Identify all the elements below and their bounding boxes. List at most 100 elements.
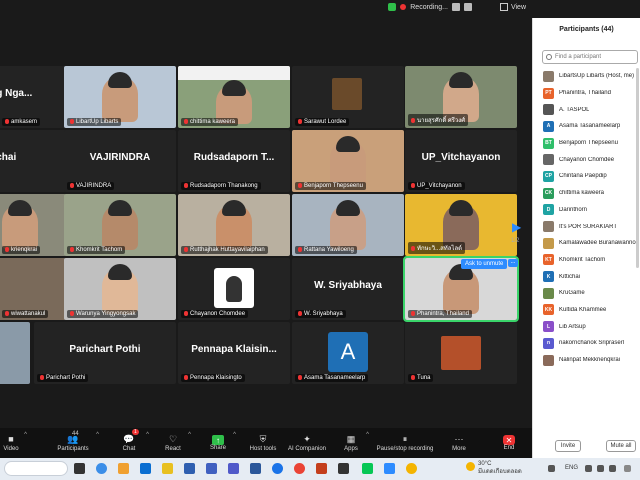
chrome-icon[interactable]: [294, 463, 305, 474]
video-tile[interactable]: นายสุรศักดิ์ ศรีวงศ์: [405, 66, 517, 128]
task-view-icon[interactable]: [74, 463, 85, 474]
video-tile[interactable]: UP_Vitchayanon UP_Vitchayanon: [405, 130, 517, 192]
pause-recording-icon[interactable]: [452, 3, 460, 11]
participant-row[interactable]: Kamalawadee Buranawanno: [543, 235, 639, 252]
app-icon[interactable]: [162, 463, 173, 474]
apps-button[interactable]: ▦ Apps ^: [338, 428, 369, 458]
participant-row[interactable]: KT Khomkrit Tachom: [543, 252, 639, 269]
video-tile[interactable]: Chayanon Chomdee: [178, 258, 290, 320]
powerpoint-icon[interactable]: [316, 463, 327, 474]
video-tile[interactable]: ittichai: [0, 130, 66, 192]
stop-recording-icon[interactable]: [464, 3, 472, 11]
participant-row[interactable]: It's POR SURAKIART: [543, 218, 639, 235]
teams-icon[interactable]: [228, 463, 239, 474]
video-tile[interactable]: Khomkrit Tachom: [64, 194, 176, 256]
system-tray-chevron-icon[interactable]: [548, 465, 555, 472]
participant-row[interactable]: Nalinpat Mekkrienqkrai: [543, 352, 639, 369]
speaker-icon[interactable]: [597, 465, 604, 472]
participant-row[interactable]: Chayanon Chomdee: [543, 151, 639, 168]
participant-row[interactable]: CK chittima kaweera: [543, 185, 639, 202]
chevron-up-icon[interactable]: ^: [188, 432, 191, 438]
tile-name-tag: W. Sriyabhaya: [295, 309, 346, 318]
video-tile[interactable]: wiwattanakul: [0, 258, 66, 320]
chevron-up-icon[interactable]: ^: [146, 432, 149, 438]
muted-mic-icon: [70, 310, 74, 316]
copilot-icon[interactable]: [96, 463, 107, 474]
participant-row[interactable]: A Asama Tasanameelarp: [543, 118, 639, 135]
tile-more-button[interactable]: ...: [508, 259, 518, 267]
chevron-up-icon[interactable]: ^: [96, 432, 99, 438]
video-tile[interactable]: Parichart Pothi Parichart Pothi: [34, 322, 176, 384]
end-button[interactable]: ✕ End: [498, 428, 520, 458]
video-tile[interactable]: Rattana Yawiloeng: [292, 194, 404, 256]
app-icon[interactable]: [338, 463, 349, 474]
video-tile[interactable]: ong Nga... amkasem: [0, 66, 66, 128]
video-tile[interactable]: chittima kaweera: [178, 66, 290, 128]
participant-row[interactable]: n nakornchanok Sripraserl: [543, 335, 639, 352]
video-tile[interactable]: Benjaporn Thepseenu: [292, 130, 404, 192]
participant-row[interactable]: K Kittichai: [543, 268, 639, 285]
tile-name-tag: LibartUp Libarts: [67, 117, 122, 126]
line-icon[interactable]: [362, 463, 373, 474]
language-indicator[interactable]: ENG: [565, 465, 578, 471]
next-page-arrow-icon[interactable]: ▶: [512, 220, 521, 234]
video-tile[interactable]: A Asama Tasanameelarp: [292, 322, 404, 384]
video-tile[interactable]: VAJIRINDRA VAJIRINDRA: [64, 130, 176, 192]
video-tile[interactable]: Pennapa Klaisin... Pennapa Klaisingto: [178, 322, 290, 384]
more-button[interactable]: ⋯ More: [448, 428, 470, 458]
video-tile[interactable]: krienqkrai: [0, 194, 66, 256]
apps-grid-icon: ▦: [346, 433, 356, 444]
video-tile[interactable]: Rudsadaporn T... Rudsadaporn Thanakong: [178, 130, 290, 192]
chrome-icon[interactable]: [272, 463, 283, 474]
invite-button[interactable]: Invite: [555, 440, 581, 452]
react-button[interactable]: ♡ React ^: [160, 428, 191, 458]
video-tile[interactable]: W. Sriyabhaya W. Sriyabhaya: [292, 258, 404, 320]
chevron-up-icon[interactable]: ^: [233, 432, 236, 438]
security-shield-icon[interactable]: [388, 3, 397, 11]
notification-icon[interactable]: [624, 465, 631, 472]
ask-to-unmute-button[interactable]: Ask to unmute: [461, 259, 508, 269]
app-icon[interactable]: [140, 463, 151, 474]
mute-all-button[interactable]: Mute all: [606, 440, 636, 452]
participant-row[interactable]: KruGame: [543, 285, 639, 302]
video-tile[interactable]: ทักษะวิ...สทัลไลด์: [405, 194, 517, 256]
app-icon[interactable]: [184, 463, 195, 474]
word-icon[interactable]: [250, 463, 261, 474]
participants-count: 44: [72, 431, 79, 437]
chrome-icon[interactable]: [406, 463, 417, 474]
participant-row[interactable]: CP Chintana Paepdip: [543, 168, 639, 185]
chat-button[interactable]: 💬 1 Chat ^: [114, 428, 149, 458]
video-tile[interactable]: LibartUp Libarts: [64, 66, 176, 128]
weather-widget[interactable]: 30°C มีแดดเกือบตลอด: [466, 460, 522, 476]
video-tile[interactable]: Rutthajhak Huttayavilaiphan: [178, 194, 290, 256]
participant-row[interactable]: KK Kultida Khammee: [543, 302, 639, 319]
file-explorer-icon[interactable]: [118, 463, 129, 474]
participant-row[interactable]: A. TASPOL: [543, 101, 639, 118]
video-tile[interactable]: Tuna: [405, 322, 517, 384]
share-button[interactable]: ↑ Share ^: [205, 428, 236, 458]
participant-name: A. TASPOL: [559, 106, 590, 113]
video-tile[interactable]: Warunya Yingyongsak: [64, 258, 176, 320]
ai-companion-button[interactable]: ✦ AI Companion: [286, 428, 328, 458]
tile-name-tag: UP_Vitchayanon: [408, 181, 465, 190]
taskbar-search-box[interactable]: [4, 461, 68, 476]
wifi-icon[interactable]: [585, 465, 592, 472]
participant-search-input[interactable]: Find a participant: [542, 50, 638, 64]
chevron-up-icon[interactable]: ^: [24, 432, 27, 438]
zoom-icon[interactable]: [384, 463, 395, 474]
chevron-up-icon[interactable]: ^: [366, 432, 369, 438]
participants-button[interactable]: 👥 44 Participants ^: [52, 428, 99, 458]
pause-stop-recording-button[interactable]: ⏸ Pause/stop recording: [374, 428, 436, 458]
battery-icon[interactable]: [609, 465, 616, 472]
view-button[interactable]: View: [499, 3, 526, 11]
participant-row[interactable]: D Darinthorn: [543, 202, 639, 219]
host-tools-button[interactable]: ⛨ Host tools: [246, 428, 280, 458]
video-tile[interactable]: [0, 322, 30, 384]
app-icon[interactable]: [206, 463, 217, 474]
video-button[interactable]: ■ Video ^: [0, 428, 27, 458]
participant-row[interactable]: L Lib Artsup: [543, 318, 639, 335]
participant-row[interactable]: PT Phanintra, Thailand: [543, 85, 639, 102]
participant-row[interactable]: LibartsUp Libarts (Host, me): [543, 68, 639, 85]
participant-row[interactable]: BT Benjaporn Thepseenu: [543, 135, 639, 152]
video-tile[interactable]: Sarawut Lordee: [292, 66, 404, 128]
